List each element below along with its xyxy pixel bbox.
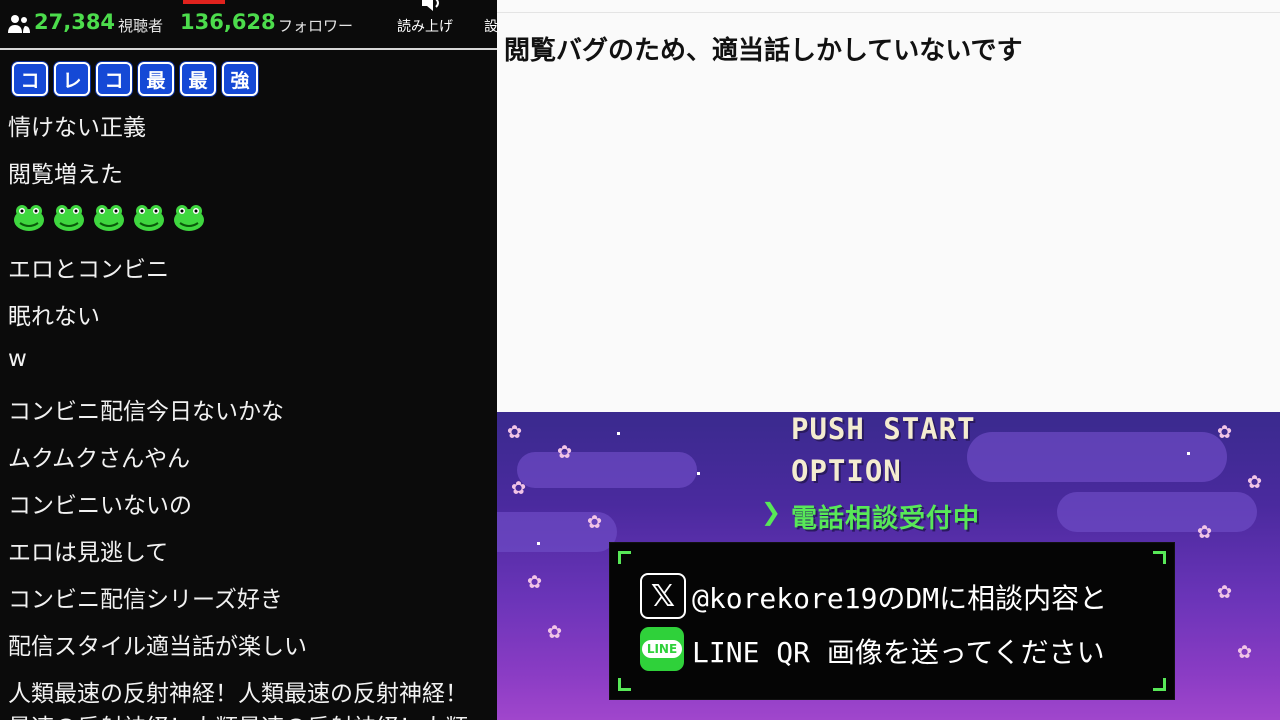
read-aloud-label: 読み上げ bbox=[397, 19, 453, 35]
line-logo-icon: LINE bbox=[640, 627, 684, 671]
panel-corner bbox=[1153, 678, 1166, 691]
comment-item: 配信スタイル適当話が楽しい bbox=[8, 634, 307, 660]
frog-emoji-icon bbox=[174, 205, 204, 231]
live-badge bbox=[183, 0, 225, 4]
read-aloud-button[interactable]: 読み上げ bbox=[397, 0, 459, 46]
stamp-re: レ bbox=[54, 62, 90, 96]
blossom-icon: ✿ bbox=[1217, 582, 1233, 603]
frog-emoji-icon bbox=[94, 205, 124, 231]
comment-item: 閲覧増えた bbox=[8, 162, 123, 188]
menu-option[interactable]: OPTION bbox=[791, 454, 902, 488]
cloud bbox=[1057, 492, 1257, 532]
star bbox=[1187, 452, 1190, 455]
blossom-icon: ✿ bbox=[507, 422, 523, 443]
contact-panel: 𝕏 @korekore19のDMに相談内容と LINE LINE QR 画像を送… bbox=[609, 542, 1175, 700]
panel-corner bbox=[618, 551, 631, 564]
stamp-ko: コ bbox=[12, 62, 48, 96]
frog-emoji-icon bbox=[14, 205, 44, 231]
blossom-icon: ✿ bbox=[1197, 522, 1213, 543]
comment-item: 情けない正義 bbox=[8, 115, 146, 141]
comment-item: 最速の反射神経！人類最速の反射神経！人類 bbox=[8, 708, 468, 720]
panel-corner bbox=[618, 678, 631, 691]
line-badge: LINE bbox=[641, 640, 683, 658]
notepad-menubar bbox=[497, 0, 1280, 13]
star bbox=[697, 472, 700, 475]
blossom-icon: ✿ bbox=[587, 512, 603, 533]
game-screen: ✿ ✿ ✿ ✿ ✿ ✿ ✿ ✿ ✿ ✿ ✿ PUSH START OPTION … bbox=[497, 412, 1280, 720]
settings-label: 設 bbox=[484, 19, 497, 35]
comment-panel: 27,384 視聴者 136,628 フォロワー 読み上げ 設 コ レ コ 最 … bbox=[0, 0, 497, 720]
frog-stamp-comment bbox=[12, 202, 206, 232]
menu-phone-consult[interactable]: 電話相談受付中 bbox=[791, 498, 980, 535]
menu-cursor-icon: ❯ bbox=[761, 498, 782, 526]
stats-bar: 27,384 視聴者 136,628 フォロワー 読み上げ 設 bbox=[0, 0, 497, 50]
frog-emoji-icon bbox=[54, 205, 84, 231]
comment-item: w bbox=[8, 346, 27, 372]
blossom-icon: ✿ bbox=[1217, 422, 1233, 443]
stamp-sai: 最 bbox=[138, 62, 174, 96]
stamp-ko: コ bbox=[96, 62, 132, 96]
comment-item: エロは見逃して bbox=[8, 540, 169, 566]
speaker-icon bbox=[422, 0, 439, 11]
followers-label: フォロワー bbox=[278, 17, 354, 35]
blossom-icon: ✿ bbox=[557, 442, 573, 463]
cloud bbox=[967, 432, 1227, 482]
followers-count: 136,628 bbox=[180, 10, 276, 34]
blossom-icon: ✿ bbox=[527, 572, 543, 593]
panel-corner bbox=[1153, 551, 1166, 564]
line-instruction: LINE QR 画像を送ってください bbox=[692, 636, 1105, 669]
star bbox=[617, 432, 620, 435]
viewers-count: 27,384 bbox=[34, 10, 116, 34]
comment-item: コンビニ配信今日ないかな bbox=[8, 399, 284, 425]
stamp-kyou: 強 bbox=[222, 62, 258, 96]
cloud bbox=[517, 452, 697, 488]
comment-item: 人類最速の反射神経！人類最速の反射神経！ bbox=[8, 681, 468, 707]
blossom-icon: ✿ bbox=[1237, 642, 1253, 663]
users-icon bbox=[8, 15, 30, 33]
stamp-comment: コ レ コ 最 最 強 bbox=[12, 62, 258, 96]
comment-item: コンビニ配信シリーズ好き bbox=[8, 587, 283, 613]
notepad-text[interactable]: 閲覧バグのため、適当話しかしていないです bbox=[504, 30, 1022, 67]
comment-item: ムクムクさんやん bbox=[8, 446, 191, 472]
stamp-sai: 最 bbox=[180, 62, 216, 96]
star bbox=[537, 542, 540, 545]
frog-emoji-icon bbox=[134, 205, 164, 231]
x-logo-icon: 𝕏 bbox=[640, 573, 686, 619]
menu-push-start[interactable]: PUSH START bbox=[791, 412, 976, 446]
blossom-icon: ✿ bbox=[547, 622, 563, 643]
comment-item: コンビニいないの bbox=[8, 493, 192, 519]
viewers-label: 視聴者 bbox=[118, 17, 164, 35]
dm-instruction: @korekore19のDMに相談内容と bbox=[692, 582, 1108, 615]
comment-item: 眠れない bbox=[8, 304, 100, 330]
blossom-icon: ✿ bbox=[1247, 472, 1263, 493]
blossom-icon: ✿ bbox=[511, 478, 527, 499]
notepad-window: 閲覧バグのため、適当話しかしていないです bbox=[497, 0, 1280, 412]
settings-button[interactable]: 設 bbox=[484, 0, 497, 46]
comment-item: エロとコンビニ bbox=[8, 257, 169, 283]
